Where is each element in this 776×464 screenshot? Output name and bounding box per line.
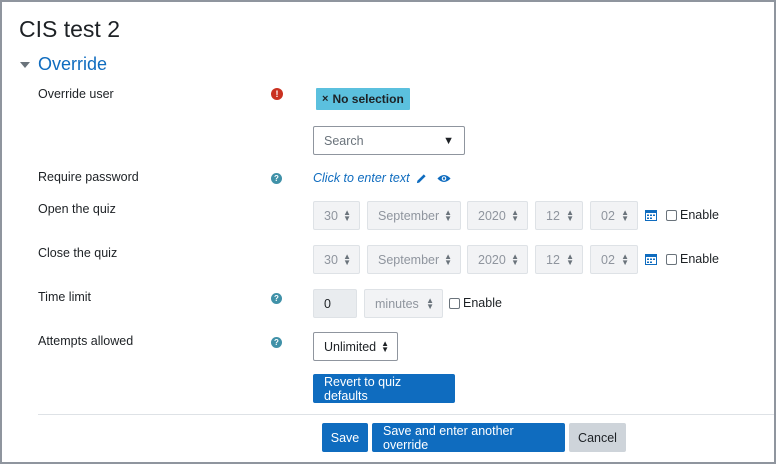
- section-override-header[interactable]: Override: [20, 54, 107, 75]
- chip-remove-icon[interactable]: ×: [322, 93, 328, 105]
- inplace-text: Click to enter text: [313, 171, 410, 185]
- time-limit-label: Time limit: [38, 290, 92, 304]
- required-icon: !: [271, 88, 283, 100]
- chip-label: No selection: [332, 92, 404, 106]
- checkbox-box[interactable]: [666, 253, 677, 265]
- form-divider: [38, 414, 774, 415]
- open-minute-select[interactable]: 02 ▲ ▼: [590, 201, 638, 230]
- page-title: CIS test 2: [19, 16, 120, 42]
- user-search-select[interactable]: Search ▼: [313, 126, 465, 155]
- open-enable-checkbox[interactable]: Enable: [666, 208, 719, 222]
- pencil-icon[interactable]: [416, 173, 427, 184]
- close-minute-select[interactable]: 02 ▲ ▼: [590, 245, 638, 274]
- attempts-label: Attempts allowed: [38, 334, 134, 348]
- close-day-select[interactable]: 30 ▲ ▼: [313, 245, 360, 274]
- open-day-select[interactable]: 30 ▲ ▼: [313, 201, 360, 230]
- time-limit-enable-checkbox[interactable]: Enable: [449, 296, 502, 310]
- help-icon[interactable]: ?: [271, 337, 282, 348]
- calendar-icon[interactable]: [645, 253, 657, 265]
- section-title: Override: [38, 54, 108, 74]
- help-icon[interactable]: ?: [271, 173, 282, 184]
- checkbox-box[interactable]: [449, 297, 460, 309]
- calendar-icon[interactable]: [645, 209, 657, 221]
- selected-user-chip[interactable]: × No selection: [316, 88, 410, 110]
- open-month-select[interactable]: September ▲ ▼: [367, 201, 461, 230]
- checkbox-box[interactable]: [666, 209, 677, 221]
- close-hour-select[interactable]: 12 ▲ ▼: [535, 245, 583, 274]
- save-another-button[interactable]: Save and enter another override: [372, 423, 565, 452]
- cancel-button[interactable]: Cancel: [569, 423, 626, 452]
- require-password-label: Require password: [38, 170, 139, 184]
- attempts-select[interactable]: Unlimited ▲ ▼: [313, 332, 398, 361]
- open-year-select[interactable]: 2020 ▲ ▼: [467, 201, 528, 230]
- open-quiz-label: Open the quiz: [38, 202, 116, 216]
- eye-icon[interactable]: [437, 173, 451, 184]
- close-month-select[interactable]: September ▲ ▼: [367, 245, 461, 274]
- save-button[interactable]: Save: [322, 423, 368, 452]
- search-placeholder: Search: [324, 133, 364, 148]
- revert-defaults-button[interactable]: Revert to quiz defaults: [313, 374, 455, 403]
- close-year-select[interactable]: 2020 ▲ ▼: [467, 245, 528, 274]
- dropdown-arrow-icon: ▼: [443, 134, 454, 147]
- time-limit-input[interactable]: 0: [313, 289, 357, 318]
- help-icon[interactable]: ?: [271, 293, 282, 304]
- time-unit-select[interactable]: minutes ▲ ▼: [364, 289, 443, 318]
- password-inplace-editable[interactable]: Click to enter text: [313, 171, 451, 185]
- close-quiz-label: Close the quiz: [38, 246, 118, 260]
- open-hour-select[interactable]: 12 ▲ ▼: [535, 201, 583, 230]
- override-user-label: Override user: [38, 87, 114, 101]
- close-enable-checkbox[interactable]: Enable: [666, 252, 719, 266]
- caret-down-icon: [20, 62, 30, 68]
